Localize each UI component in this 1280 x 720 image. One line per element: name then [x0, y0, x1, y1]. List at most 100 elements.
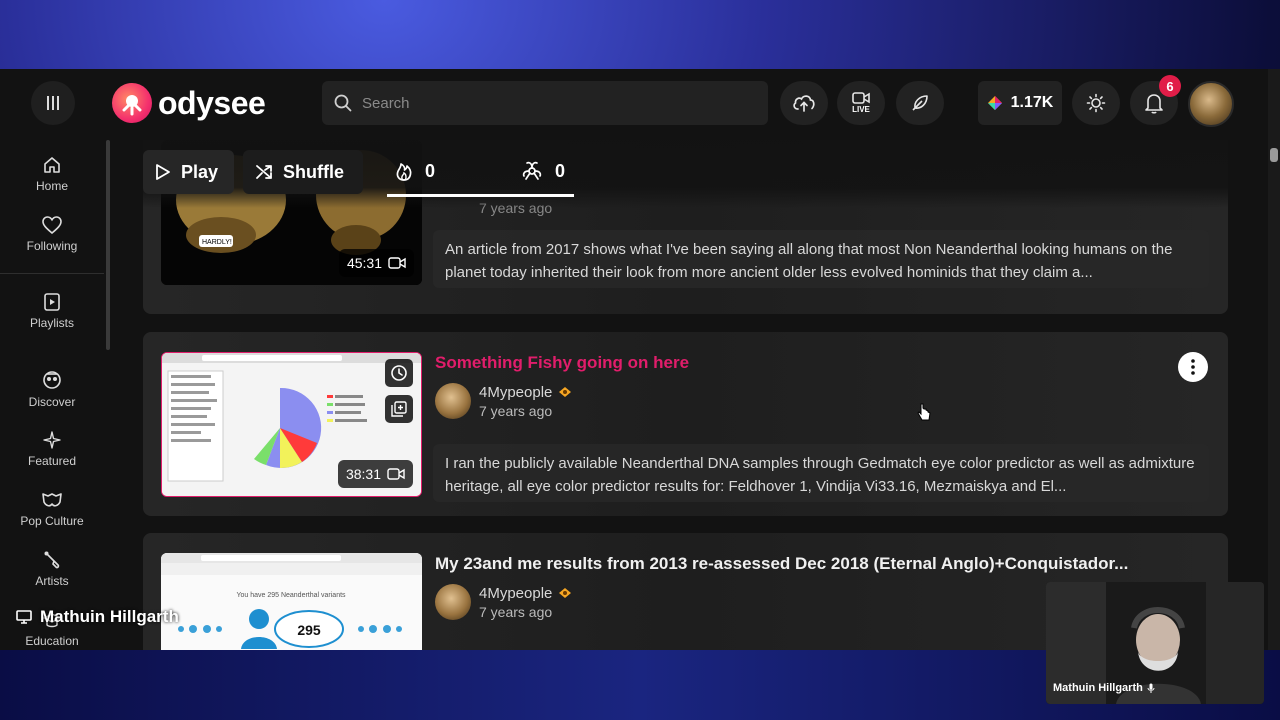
video-description: I ran the publicly available Neanderthal…: [433, 444, 1209, 502]
notification-badge: 6: [1159, 75, 1181, 97]
odysee-logo[interactable]: odysee: [112, 83, 266, 123]
brush-icon: [44, 551, 60, 569]
mic-icon: [1147, 683, 1155, 693]
search-input[interactable]: [362, 94, 742, 112]
page-scrollbar[interactable]: [1268, 69, 1280, 650]
sidebar-divider: [0, 273, 104, 274]
odysee-app: odysee LIVE: [0, 69, 1280, 650]
sun-icon: [1086, 93, 1106, 113]
creator-badge-icon: [559, 387, 572, 397]
menu-button[interactable]: [31, 81, 75, 125]
video-camera-icon: [387, 468, 405, 480]
sidebar-item-label: Discover: [28, 395, 76, 409]
video-title[interactable]: My 23and me results from 2013 re-assesse…: [435, 554, 1128, 574]
more-options-button[interactable]: [1178, 352, 1208, 382]
sidebar-item-discover[interactable]: Discover: [0, 369, 104, 409]
streamer-name: Mathuin Hillgarth: [40, 607, 179, 626]
sidebar-item-label: Education: [25, 634, 79, 648]
play-button[interactable]: Play: [143, 150, 234, 194]
play-icon: [156, 164, 170, 180]
home-icon: [44, 157, 60, 173]
channel-avatar[interactable]: [435, 383, 471, 419]
video-title[interactable]: Something Fishy going on here: [435, 353, 689, 373]
thumb-headline: You have 295 Neanderthal variants: [236, 592, 346, 599]
video-thumbnail[interactable]: 38:31: [161, 352, 422, 497]
menu-icon: [47, 96, 59, 110]
sidebar: Home Following Playlists Discover Featur…: [0, 140, 112, 650]
video-duration: 38:31: [337, 460, 413, 488]
monitor-icon: [16, 610, 32, 624]
channel-info[interactable]: 4Mypeople 7 years ago: [435, 584, 572, 620]
search-bar[interactable]: [322, 81, 768, 125]
fire-icon: [396, 163, 412, 181]
watch-later-button[interactable]: [385, 359, 413, 387]
shuffle-label: Shuffle: [283, 161, 344, 182]
video-time: 7 years ago: [479, 402, 553, 419]
dna-result-thumbnail-image: You have 295 Neanderthal variants 295: [161, 553, 422, 650]
sidebar-item-label: Following: [26, 239, 78, 253]
slime-reaction-button[interactable]: 0: [521, 149, 565, 193]
channel-name[interactable]: 4Mypeople: [479, 384, 552, 401]
sidebar-item-artists[interactable]: Artists: [0, 550, 104, 588]
sidebar-item-label: Pop Culture: [20, 514, 84, 528]
live-label: LIVE: [852, 105, 870, 114]
playlist-main: Play Shuffle 0 0 HARDLY! 45:31 7 years a…: [143, 140, 1228, 650]
fire-count: 0: [425, 160, 436, 181]
playlist-icon: [44, 293, 60, 311]
video-duration: 45:31: [338, 249, 414, 277]
sidebar-item-playlists[interactable]: Playlists: [0, 292, 104, 330]
playlist-toolbar: Play Shuffle: [143, 149, 363, 195]
add-playlist-icon: [391, 401, 407, 417]
bell-icon: [1145, 94, 1163, 114]
reactions-count: 0: [555, 160, 566, 181]
thumb-number: 295: [297, 622, 321, 638]
video-camera-icon: [388, 257, 406, 269]
video-time: 7 years ago: [479, 603, 553, 620]
top-header: odysee LIVE: [0, 69, 1268, 137]
sidebar-item-featured[interactable]: Featured: [0, 430, 104, 468]
channel-info[interactable]: 4Mypeople 7 years ago: [435, 383, 572, 419]
shuffle-button[interactable]: Shuffle: [243, 150, 363, 194]
add-to-playlist-button[interactable]: [385, 395, 413, 423]
theme-toggle-button[interactable]: [1072, 81, 1120, 125]
sidebar-item-following[interactable]: Following: [0, 215, 104, 253]
sidebar-item-home[interactable]: Home: [0, 155, 104, 193]
play-label: Play: [181, 161, 219, 182]
mouse-cursor: [917, 403, 931, 426]
upload-button[interactable]: [780, 81, 828, 125]
reactions-icon: [522, 161, 542, 180]
sidebar-item-label: Home: [35, 179, 68, 193]
thumb-caption: HARDLY!: [202, 239, 232, 246]
channel-avatar[interactable]: [435, 584, 471, 620]
credits-amount: 1.17K: [1010, 94, 1054, 111]
playlist-item[interactable]: 38:31 Something Fishy going on here 4Myp…: [143, 332, 1228, 516]
sidebar-scrollbar[interactable]: [106, 140, 110, 350]
search-icon: [334, 94, 352, 112]
star-icon: [43, 431, 61, 449]
sidebar-item-label: Playlists: [29, 316, 74, 330]
channel-name[interactable]: 4Mypeople: [479, 585, 552, 602]
sidebar-item-label: Featured: [27, 454, 77, 468]
clock-icon: [391, 365, 407, 381]
user-avatar[interactable]: [1188, 81, 1234, 127]
post-button[interactable]: [896, 81, 944, 125]
active-tab-indicator: [387, 194, 574, 197]
wallet-credits-button[interactable]: 1.17K: [978, 81, 1062, 125]
creator-badge-icon: [559, 588, 572, 598]
credits-icon: [987, 96, 1002, 110]
go-live-button[interactable]: LIVE: [837, 81, 885, 125]
heart-icon: [42, 216, 62, 235]
webcam-label: Mathuin Hillgarth: [1053, 682, 1155, 694]
mask-icon: [42, 493, 62, 507]
webcam-overlay: Mathuin Hillgarth: [1046, 582, 1264, 704]
feather-icon: [912, 95, 928, 111]
streamer-name-overlay: Mathuin Hillgarth: [16, 607, 179, 627]
page-scrollbar-thumb[interactable]: [1270, 148, 1278, 162]
fire-reaction-button[interactable]: 0: [395, 149, 435, 193]
video-camera-icon: [852, 92, 870, 104]
more-vertical-icon: [1191, 359, 1195, 375]
sidebar-item-pop-culture[interactable]: Pop Culture: [0, 490, 104, 528]
video-thumbnail[interactable]: You have 295 Neanderthal variants 295: [161, 553, 422, 650]
video-description: An article from 2017 shows what I've bee…: [433, 230, 1209, 288]
cloud-upload-icon: [793, 95, 815, 112]
